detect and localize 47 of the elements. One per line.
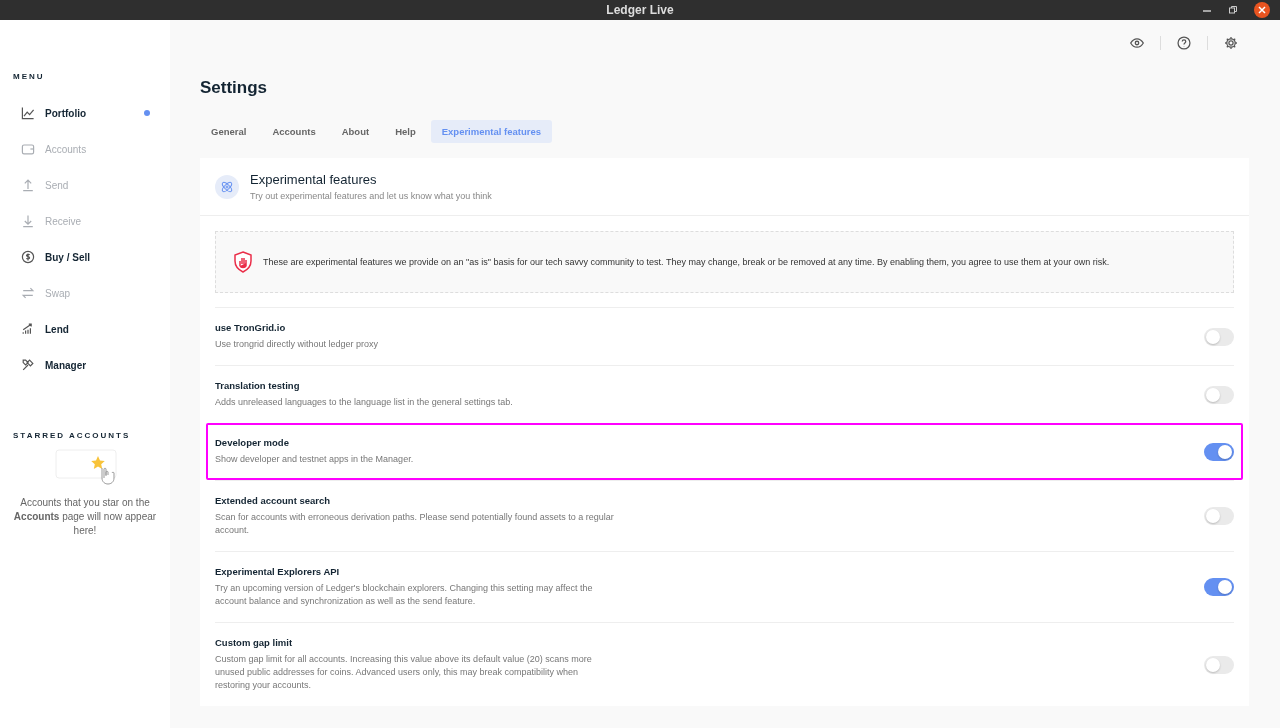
chart-icon	[20, 105, 36, 121]
setting-title: Extended account search	[215, 495, 332, 506]
toggle-switch[interactable]	[1204, 327, 1234, 346]
wallet-icon	[20, 141, 36, 157]
window-title: Ledger Live	[606, 3, 674, 17]
settings-tab[interactable]: Help	[384, 120, 427, 143]
atom-icon	[215, 174, 239, 199]
sidebar-item[interactable]: Lend	[0, 311, 170, 347]
toggle-switch[interactable]	[1204, 578, 1234, 596]
setting-description: Try an upcoming version of Ledger's blockchain explorers. Changing this setting may affect the account balance and synchronization as well as the send feature.	[215, 582, 594, 608]
sidebar-item[interactable]: Buy / Sell	[0, 239, 170, 275]
page-title: Settings	[200, 78, 269, 98]
setting-description: Scan for accounts with erroneous derivation paths. Please send potentially found assets to a regular account.	[215, 511, 615, 537]
shield-hand-icon	[233, 251, 253, 273]
settings-tab[interactable]: General	[200, 120, 258, 143]
setting-title: Developer mode	[215, 437, 290, 448]
toggle-switch[interactable]	[1204, 442, 1234, 461]
sidebar-item[interactable]: Manager	[0, 347, 170, 383]
setting-description: Custom gap limit for all accounts. Increasing this value above its default value (20) scans more unused public addresses for coins. Advanced users only, this may break compatibility when restoring your accounts.	[215, 653, 593, 692]
section-title: Experimental features	[250, 172, 378, 187]
download-icon	[20, 213, 36, 229]
help-icon[interactable]	[1177, 36, 1191, 50]
settings-tab[interactable]: About	[330, 120, 381, 143]
dollar-icon	[20, 249, 36, 265]
close-icon[interactable]	[1254, 2, 1270, 18]
starred-heading: STARRED ACCOUNTS	[12, 431, 132, 440]
setting-title: use TronGrid.io	[215, 322, 287, 333]
starred-empty-text: Accounts that you star on the Accounts page will now appear here!	[12, 496, 158, 538]
setting-description: Use trongrid directly without ledger proxy	[215, 338, 380, 351]
toggle-switch[interactable]	[1204, 507, 1234, 525]
settings-icon[interactable]	[1224, 36, 1238, 50]
section-subtitle: Try out experimental features and let us know what you think	[250, 191, 492, 201]
upload-icon	[20, 177, 36, 193]
swap-icon	[20, 285, 36, 301]
setting-description: Adds unreleased languages to the language list in the general settings tab.	[215, 396, 514, 409]
settings-tab[interactable]: Accounts	[261, 120, 327, 143]
toggle-switch[interactable]	[1204, 385, 1234, 404]
setting-title: Experimental Explorers API	[215, 566, 341, 577]
toggle-switch[interactable]	[1204, 655, 1234, 674]
setting-title: Custom gap limit	[215, 637, 294, 648]
warning-text: These are experimental features we provide on an "as is" basis for our tech savvy community to test. They may change, break or be removed at any time. By enabling them, you agree to use them at your own risk.	[263, 257, 1110, 267]
sidebar-item[interactable]: Portfolio	[0, 95, 170, 131]
setting-description: Show developer and testnet apps in the Manager.	[215, 453, 415, 466]
menu-heading: MENU	[12, 72, 46, 81]
restore-icon[interactable]	[1228, 5, 1238, 15]
eye-icon[interactable]	[1130, 36, 1144, 50]
setting-title: Translation testing	[215, 380, 301, 391]
